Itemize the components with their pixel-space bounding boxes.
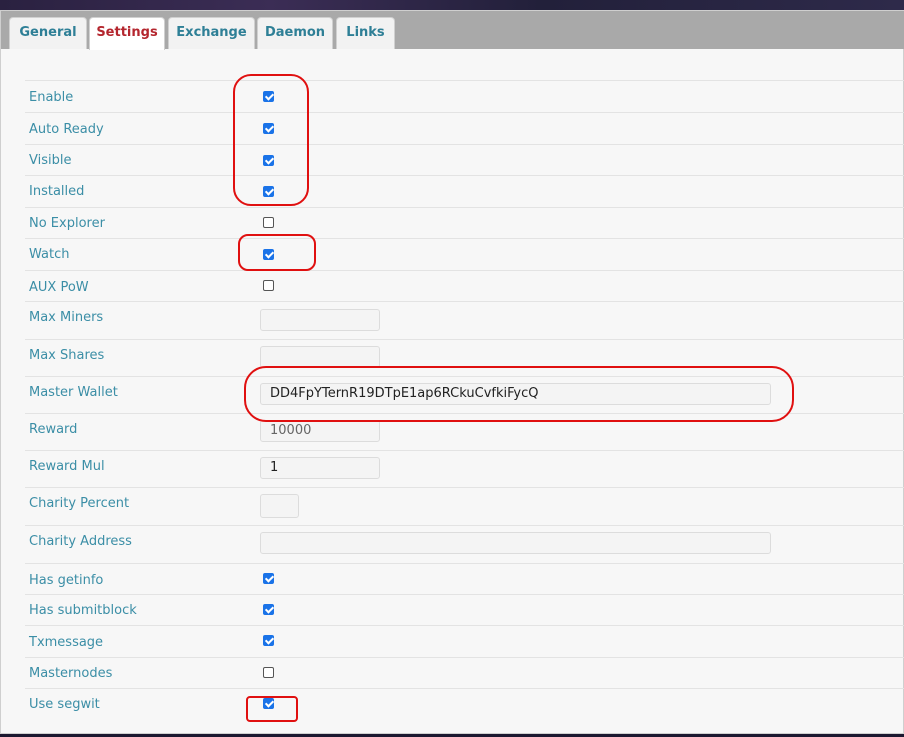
row-reward-mul: Reward Mul 1: [25, 450, 904, 487]
charity-address-label: Charity Address: [29, 534, 132, 549]
has-submitblock-label: Has submitblock: [29, 603, 137, 618]
master-wallet-input[interactable]: DD4FpYTernR19DTpE1ap6RCkuCvfkiFycQ: [260, 383, 771, 405]
row-masternodes: Masternodes: [25, 657, 904, 688]
row-master-wallet: Master Wallet DD4FpYTernR19DTpE1ap6RCkuC…: [25, 376, 904, 413]
row-max-shares: Max Shares: [25, 339, 904, 376]
row-aux-pow: AUX PoW: [25, 270, 904, 301]
enable-label: Enable: [29, 90, 74, 105]
row-installed: Installed: [25, 175, 904, 207]
charity-percent-input[interactable]: [260, 494, 299, 518]
watch-label: Watch: [29, 247, 70, 262]
row-charity-percent: Charity Percent: [25, 487, 904, 525]
row-use-segwit: Use segwit: [25, 688, 904, 728]
has-getinfo-checkbox[interactable]: [263, 573, 274, 584]
visible-checkbox[interactable]: [263, 155, 274, 166]
has-submitblock-checkbox[interactable]: [263, 604, 274, 615]
reward-mul-label: Reward Mul: [29, 459, 105, 474]
row-auto-ready: Auto Ready: [25, 112, 904, 144]
max-shares-input[interactable]: [260, 346, 380, 368]
watch-checkbox[interactable]: [263, 249, 274, 260]
use-segwit-checkbox[interactable]: [263, 698, 274, 709]
row-txmessage: Txmessage: [25, 625, 904, 657]
reward-mul-input[interactable]: 1: [260, 457, 380, 479]
row-no-explorer: No Explorer: [25, 207, 904, 238]
reward-label: Reward: [29, 422, 78, 437]
max-miners-input[interactable]: [260, 309, 380, 331]
max-miners-label: Max Miners: [29, 310, 104, 325]
settings-panel: General Settings Exchange Daemon Links E…: [0, 10, 904, 734]
auto-ready-label: Auto Ready: [29, 122, 104, 137]
row-watch: Watch: [25, 238, 904, 270]
aux-pow-label: AUX PoW: [29, 280, 89, 295]
master-wallet-label: Master Wallet: [29, 385, 118, 400]
tab-settings[interactable]: Settings: [89, 17, 165, 50]
reward-input[interactable]: 10000: [260, 420, 380, 442]
charity-percent-label: Charity Percent: [29, 496, 130, 511]
row-has-submitblock: Has submitblock: [25, 594, 904, 625]
charity-address-input[interactable]: [260, 532, 771, 554]
visible-label: Visible: [29, 153, 72, 168]
row-max-miners: Max Miners: [25, 301, 904, 339]
has-getinfo-label: Has getinfo: [29, 573, 104, 588]
txmessage-label: Txmessage: [29, 635, 104, 650]
txmessage-checkbox[interactable]: [263, 635, 274, 646]
tab-exchange[interactable]: Exchange: [168, 17, 255, 49]
auto-ready-checkbox[interactable]: [263, 123, 274, 134]
masternodes-label: Masternodes: [29, 666, 113, 681]
masternodes-checkbox[interactable]: [263, 667, 274, 678]
tab-bar: General Settings Exchange Daemon Links: [1, 11, 904, 50]
row-visible: Visible: [25, 144, 904, 175]
row-has-getinfo: Has getinfo: [25, 563, 904, 594]
tab-general[interactable]: General: [9, 17, 87, 49]
installed-label: Installed: [29, 184, 85, 199]
no-explorer-label: No Explorer: [29, 216, 105, 231]
tab-links[interactable]: Links: [336, 17, 395, 49]
installed-checkbox[interactable]: [263, 186, 274, 197]
max-shares-label: Max Shares: [29, 348, 105, 363]
row-reward: Reward 10000: [25, 413, 904, 450]
no-explorer-checkbox[interactable]: [263, 217, 274, 228]
use-segwit-label: Use segwit: [29, 697, 100, 712]
row-charity-address: Charity Address: [25, 525, 904, 563]
tab-daemon[interactable]: Daemon: [257, 17, 333, 49]
enable-checkbox[interactable]: [263, 91, 274, 102]
aux-pow-checkbox[interactable]: [263, 280, 274, 291]
row-enable: Enable: [25, 80, 904, 112]
